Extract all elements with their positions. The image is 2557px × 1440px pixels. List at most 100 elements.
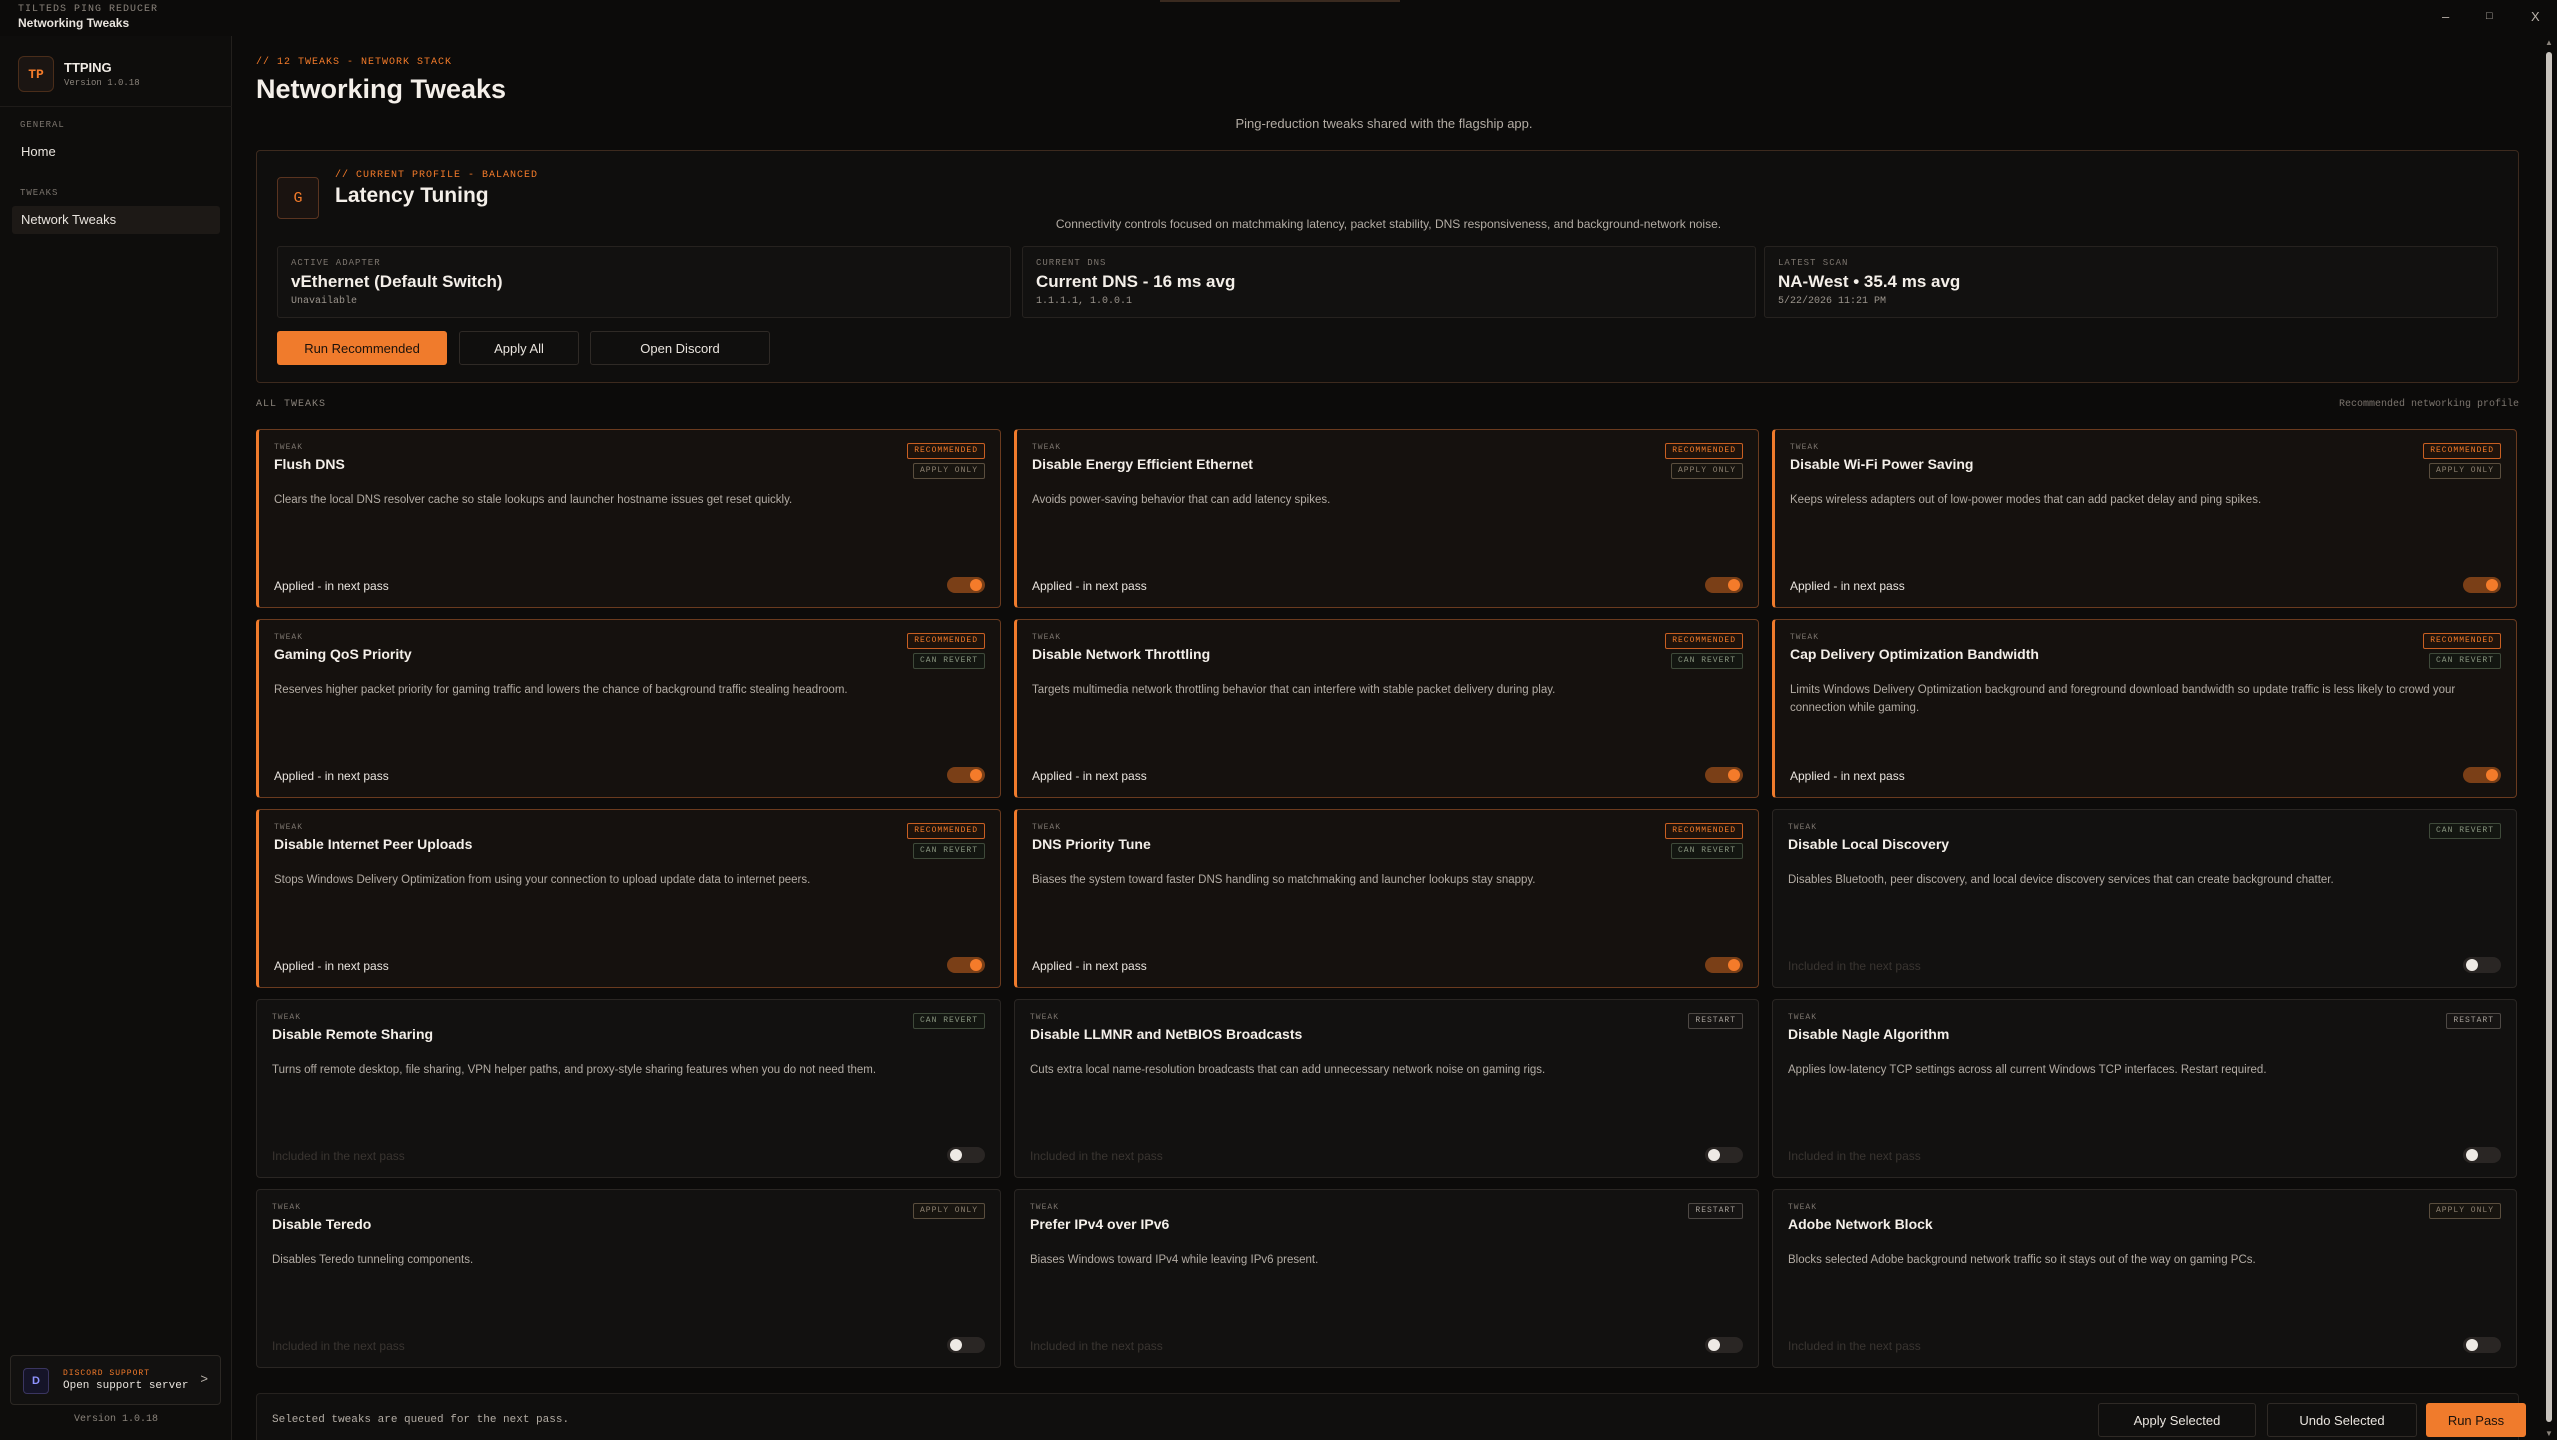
page-subtitle: Ping-reduction tweaks shared with the fl… — [1235, 116, 1533, 131]
minimize-button[interactable]: – — [2442, 9, 2449, 24]
tweak-card[interactable]: TWEAK Flush DNS Clears the local DNS resol… — [256, 429, 1001, 608]
tweak-badge: APPLY ONLY — [912, 463, 985, 479]
toggle-knob — [2466, 1149, 2478, 1161]
tweak-toggle[interactable] — [1705, 767, 1743, 783]
tweak-badge: APPLY ONLY — [1670, 463, 1743, 479]
run-pass-button[interactable]: Run Pass — [2426, 1403, 2526, 1437]
page-title: Networking Tweaks — [256, 74, 507, 104]
drag-handle[interactable] — [1160, 0, 1400, 2]
tweak-card[interactable]: TWEAK Cap Delivery Optimization Bandwidth… — [1772, 619, 2517, 798]
tweak-toggle[interactable] — [947, 577, 985, 593]
toggle-knob — [1708, 1339, 1720, 1351]
stat-value: Current DNS - 16 ms avg — [1036, 272, 1236, 291]
sidebar-item-network-tweaks[interactable]: Network Tweaks — [12, 206, 220, 234]
tweak-toggle[interactable] — [947, 767, 985, 783]
stat-value: NA-West • 35.4 ms avg — [1778, 272, 1961, 291]
tweak-tag: TWEAK — [1790, 633, 1820, 642]
tweak-title: Disable Wi-Fi Power Saving — [1790, 456, 1974, 472]
tweak-toggle[interactable] — [1705, 1337, 1743, 1353]
tweak-description: Cuts extra local name-resolution broadca… — [1030, 1064, 1546, 1076]
tweak-card[interactable]: TWEAK DNS Priority Tune Biases the system … — [1014, 809, 1759, 988]
tweak-card[interactable]: TWEAK Disable Local Discovery Disables Blu… — [1772, 809, 2517, 988]
brand-version: Version 1.0.18 — [64, 78, 140, 88]
discord-support-card[interactable]: D DISCORD SUPPORT Open support server > — [10, 1355, 221, 1405]
discord-label: Open support server — [63, 1380, 189, 1392]
scrollbar[interactable]: ▲ ▼ — [2541, 36, 2557, 1440]
tweak-badges: CAN REVERT — [2428, 823, 2501, 839]
toggle-knob — [2466, 1339, 2478, 1351]
tweak-status: Included in the next pass — [1030, 1149, 1163, 1163]
tweak-description: Clears the local DNS resolver cache so s… — [274, 494, 793, 506]
tweak-title: DNS Priority Tune — [1032, 836, 1151, 852]
tweak-toggle[interactable] — [1705, 577, 1743, 593]
tweak-badge: RECOMMENDED — [907, 633, 985, 649]
profile-badge-icon: G — [277, 177, 319, 219]
toggle-knob — [970, 959, 982, 971]
tweak-toggle[interactable] — [2463, 577, 2501, 593]
apply-all-button[interactable]: Apply All — [459, 331, 579, 365]
stat-value: vEthernet (Default Switch) — [291, 272, 503, 291]
tweak-badge: APPLY ONLY — [2428, 463, 2501, 479]
scroll-down-icon[interactable]: ▼ — [2545, 1429, 2553, 1438]
tweak-badges: RECOMMENDED CAN REVERT — [1665, 823, 1743, 859]
stat-active-adapter: ACTIVE ADAPTER vEthernet (Default Switch… — [277, 246, 1011, 318]
tweak-badge: RECOMMENDED — [2423, 443, 2501, 459]
tweak-card[interactable]: TWEAK Disable Nagle Algorithm Applies low-… — [1772, 999, 2517, 1178]
tweak-badge: APPLY ONLY — [912, 1203, 985, 1219]
sidebar-section-general: GENERAL — [20, 120, 65, 130]
scroll-up-icon[interactable]: ▲ — [2545, 38, 2553, 47]
action-footer: Selected tweaks are queued for the next … — [256, 1393, 2526, 1440]
tweak-toggle[interactable] — [947, 957, 985, 973]
stat-label: LATEST SCAN — [1778, 258, 1849, 268]
scrollbar-thumb[interactable] — [2546, 52, 2552, 1422]
tweak-description: Turns off remote desktop, file sharing, … — [272, 1064, 877, 1076]
tweak-card[interactable]: TWEAK Disable Network Throttling Targets m… — [1014, 619, 1759, 798]
window-title: Networking Tweaks — [18, 16, 130, 30]
run-recommended-button[interactable]: Run Recommended — [277, 331, 447, 365]
tweak-card[interactable]: TWEAK Disable Energy Efficient Ethernet Av… — [1014, 429, 1759, 608]
tweak-tag: TWEAK — [274, 823, 304, 832]
stat-sub: Unavailable — [291, 296, 358, 307]
tweak-card[interactable]: TWEAK Disable LLMNR and NetBIOS Broadcast… — [1014, 999, 1759, 1178]
tweak-toggle[interactable] — [2463, 1147, 2501, 1163]
tweak-toggle[interactable] — [2463, 957, 2501, 973]
tweak-status: Applied - in next pass — [274, 769, 389, 783]
footer-version: Version 1.0.18 — [73, 1414, 158, 1425]
tweak-badge: RECOMMENDED — [1665, 443, 1743, 459]
toggle-knob — [950, 1149, 962, 1161]
toggle-knob — [1708, 1149, 1720, 1161]
tweak-card[interactable]: TWEAK Gaming QoS Priority Reserves higher … — [256, 619, 1001, 798]
tweak-status: Applied - in next pass — [1032, 579, 1147, 593]
tweak-card[interactable]: TWEAK Disable Remote Sharing Turns off rem… — [256, 999, 1001, 1178]
stat-sub: 1.1.1.1, 1.0.0.1 — [1036, 296, 1133, 307]
tweak-card[interactable]: TWEAK Disable Teredo Disables Teredo tunne… — [256, 1189, 1001, 1368]
apply-selected-button[interactable]: Apply Selected — [2098, 1403, 2256, 1437]
tweak-card[interactable]: TWEAK Prefer IPv4 over IPv6 Biases Windows… — [1014, 1189, 1759, 1368]
open-discord-button[interactable]: Open Discord — [590, 331, 770, 365]
tweak-badge: RECOMMENDED — [1665, 823, 1743, 839]
tweak-toggle[interactable] — [947, 1147, 985, 1163]
close-button[interactable]: X — [2531, 9, 2540, 24]
tweak-card[interactable]: TWEAK Disable Wi-Fi Power Saving Keeps wir… — [1772, 429, 2517, 608]
sidebar-item-home[interactable]: Home — [12, 138, 220, 166]
tweak-card[interactable]: TWEAK Disable Internet Peer Uploads Stops … — [256, 809, 1001, 988]
discord-icon: D — [23, 1368, 49, 1394]
breadcrumb: // 12 TWEAKS - NETWORK STACK — [256, 57, 453, 68]
divider — [0, 106, 232, 107]
tweak-tag: TWEAK — [1032, 633, 1062, 642]
tweak-status: Included in the next pass — [1788, 1339, 1921, 1353]
undo-selected-button[interactable]: Undo Selected — [2267, 1403, 2417, 1437]
app-logo-icon: TP — [18, 56, 54, 92]
tweak-toggle[interactable] — [1705, 1147, 1743, 1163]
tweak-card[interactable]: TWEAK Adobe Network Block Blocks selected … — [1772, 1189, 2517, 1368]
discord-tag: DISCORD SUPPORT — [63, 1369, 151, 1378]
tweak-toggle[interactable] — [2463, 1337, 2501, 1353]
tweak-toggle[interactable] — [2463, 767, 2501, 783]
tweak-toggle[interactable] — [947, 1337, 985, 1353]
brand-name: TTPING — [64, 60, 112, 75]
tweak-toggle[interactable] — [1705, 957, 1743, 973]
tweak-description: Biases the system toward faster DNS hand… — [1032, 874, 1536, 886]
tweak-title: Disable Remote Sharing — [272, 1026, 434, 1042]
tweak-badges: RECOMMENDED CAN REVERT — [907, 633, 985, 669]
maximize-button[interactable]: □ — [2486, 10, 2493, 22]
